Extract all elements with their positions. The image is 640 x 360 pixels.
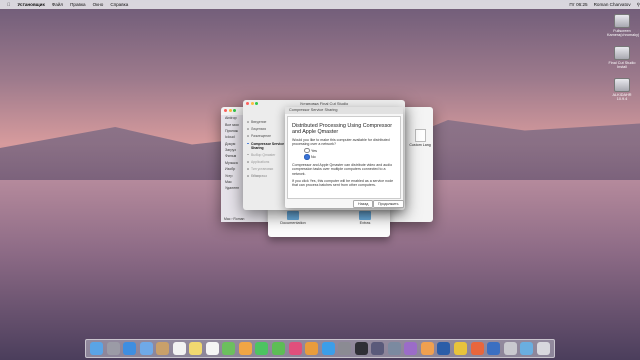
radio-circle[interactable]: [304, 147, 310, 154]
app-menu[interactable]: Установщик: [17, 2, 44, 7]
back-button[interactable]: Назад: [353, 200, 374, 208]
dock-safari-icon[interactable]: [123, 342, 137, 355]
dock-downloads-icon[interactable]: [520, 342, 534, 355]
dock-itunes-icon[interactable]: [288, 342, 302, 355]
dock-notes-icon[interactable]: [189, 342, 203, 355]
user-menu[interactable]: Roman Charvatov: [594, 2, 631, 8]
sheet-heading: Distributed Processing Using Compressor …: [292, 123, 393, 135]
folder-icon: [287, 211, 299, 220]
document-icon: [414, 129, 426, 142]
file-item[interactable]: Custom Lang: [409, 129, 431, 147]
step-item: Выбор Qmaster: [247, 153, 289, 157]
folder-documentation[interactable]: Documentation: [278, 211, 308, 225]
menu-bar:  Установщик Файл Правка Окно Справка Пт…: [0, 0, 640, 9]
dock-mail-icon[interactable]: [139, 342, 153, 355]
dock-firefox-icon[interactable]: [470, 342, 484, 355]
dock-imovie-icon[interactable]: [404, 342, 418, 355]
continue-button[interactable]: Продолжить: [373, 200, 404, 208]
window-controls[interactable]: [246, 102, 260, 105]
clock[interactable]: Пт 06:25: [569, 2, 587, 8]
menu-window[interactable]: Окно: [93, 2, 104, 7]
dock-trash-icon[interactable]: [536, 342, 550, 355]
dock-maps-icon[interactable]: [222, 342, 236, 355]
dock-finalcut-icon[interactable]: [354, 342, 368, 355]
drive-icon: [614, 46, 630, 60]
radio-yes[interactable]: Yes: [304, 147, 400, 154]
installer-steps: Введение Лицензия Размещение Compressor …: [247, 120, 289, 182]
dock-launchpad-icon[interactable]: [106, 342, 120, 355]
step-item: Applications: [247, 160, 289, 164]
dock-compressor-icon[interactable]: [387, 342, 401, 355]
apple-menu-icon[interactable]: : [7, 2, 10, 7]
sheet-question: Would you like to make this computer ava…: [292, 138, 390, 147]
desktop-icon-fcs-install[interactable]: Final Cut Studio Install: [607, 46, 637, 69]
drive-icon: [614, 78, 630, 92]
sheet-info-1: Compressor and Apple Qmaster can distrib…: [292, 162, 393, 176]
sheet-content: Distributed Processing Using Compressor …: [287, 116, 401, 199]
service-sharing-sheet: Compressor Service Sharing Distributed P…: [285, 107, 404, 208]
dock-messages-icon[interactable]: [255, 342, 269, 355]
dock: [85, 339, 555, 358]
step-item: Лицензия: [247, 127, 289, 131]
step-item: Тип установки: [247, 167, 289, 171]
radio-no[interactable]: No: [304, 154, 400, 160]
dock-photos-icon[interactable]: [238, 342, 252, 355]
radio-circle-selected[interactable]: [304, 154, 310, 160]
desktop-icon-fullscreen[interactable]: Fullscreen Kamera(chromaky): [607, 14, 639, 37]
window-controls[interactable]: [224, 109, 238, 112]
installer-title: Установка Final Cut Studio: [299, 101, 349, 106]
dock-photoshop-icon[interactable]: [437, 342, 451, 355]
dock-garageband-icon[interactable]: [420, 342, 434, 355]
dock-systemprefs-icon[interactable]: [338, 342, 352, 355]
menu-edit[interactable]: Правка: [70, 2, 86, 7]
installer-titlebar: Установка Final Cut Studio: [243, 100, 405, 107]
dock-motion-icon[interactable]: [371, 342, 385, 355]
dock-contacts-icon[interactable]: [156, 342, 170, 355]
dock-calendar-icon[interactable]: [172, 342, 186, 355]
sheet-title: Compressor Service Sharing: [285, 107, 403, 114]
dock-installer-icon[interactable]: [503, 342, 517, 355]
dock-finder-icon[interactable]: [90, 342, 103, 355]
sheet-info-2: If you click Yes, this computer will be …: [292, 179, 394, 188]
menu-file[interactable]: Файл: [52, 2, 63, 7]
dock-appstore-icon[interactable]: [321, 342, 335, 355]
drive-icon: [614, 14, 630, 28]
dock-facetime-icon[interactable]: [272, 342, 286, 355]
menu-help[interactable]: Справка: [110, 2, 128, 7]
dock-quicktime-icon[interactable]: [487, 342, 501, 355]
finder-path: Mac › Roman: [224, 217, 245, 221]
dock-ibooks-icon[interactable]: [305, 342, 319, 355]
folder-extras[interactable]: Extras: [350, 211, 380, 225]
folder-icon: [359, 211, 371, 220]
dock-chrome-icon[interactable]: [454, 342, 468, 355]
step-item: Введение: [247, 120, 289, 124]
dock-reminders-icon[interactable]: [205, 342, 219, 355]
step-item-current: Compressor Service Sharing: [247, 142, 289, 150]
spotlight-icon[interactable]: ⚲: [637, 2, 640, 8]
step-item: Размещение: [247, 134, 289, 138]
desktop-icon-alkidahr[interactable]: ALKIDAHR 10.9.4: [607, 78, 637, 101]
step-item: Обзор: [251, 174, 261, 178]
